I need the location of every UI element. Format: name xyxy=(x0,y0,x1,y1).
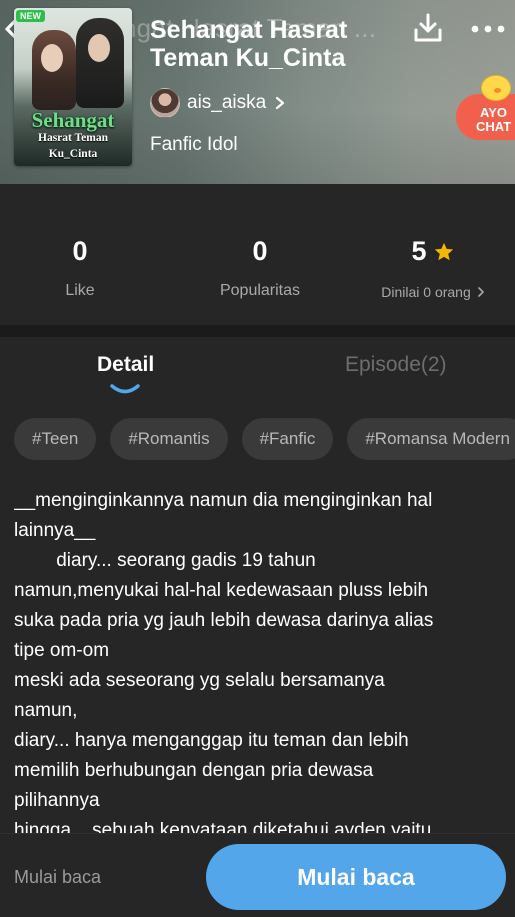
popularity-count: 0 xyxy=(252,236,268,266)
ayo-chat-label-line1: AYO xyxy=(480,105,507,120)
author-avatar xyxy=(150,88,180,118)
bottom-action-bar: Mulai baca Mulai baca xyxy=(0,833,515,917)
book-header: Sehangat Hasrat Teman ... NEW ais_aiska … xyxy=(0,0,515,184)
rating-count-label: Dinilai 0 orang xyxy=(381,284,471,300)
book-cover[interactable]: NEW ais_aiska Sehangat Hasrat Teman Ku_C… xyxy=(14,8,132,166)
start-reading-button[interactable]: Mulai baca xyxy=(206,844,506,910)
cover-title-line2: Hasrat Teman xyxy=(38,132,108,144)
stat-likes: 0 Like xyxy=(0,184,160,325)
synopsis-line: diary... hanya menganggap itu teman dan … xyxy=(14,730,409,751)
tag-chip[interactable]: #Fanfic xyxy=(241,418,334,460)
synopsis-line: suka pada pria yg jauh lebih dewasa dari… xyxy=(14,610,434,631)
synopsis-text: __menginginkannya namun dia menginginkan… xyxy=(14,486,502,833)
synopsis-line: namun, xyxy=(14,700,78,721)
tab-detail[interactable]: Detail xyxy=(97,353,154,377)
book-title: Sehangat Hasrat Teman Ku_Cinta xyxy=(150,16,348,72)
chevron-right-icon xyxy=(477,287,484,297)
likes-count: 0 xyxy=(72,236,88,266)
author-name: ais_aiska xyxy=(187,92,267,113)
tab-episode[interactable]: Episode(2) xyxy=(345,353,447,377)
synopsis-line: pilihannya xyxy=(14,790,100,811)
rating-value: 5 xyxy=(411,236,427,266)
more-options-button[interactable] xyxy=(470,20,506,38)
tag-chip[interactable]: #Romansa Modern xyxy=(347,418,515,460)
synopsis-line: lainnya__ xyxy=(14,520,96,541)
active-tab-indicator xyxy=(110,384,140,394)
stats-section: 0 Like 0 Popularitas 5 Dinilai 0 orang xyxy=(0,184,515,325)
synopsis-line: memilih berhubungan dengan pria dewasa xyxy=(14,760,374,781)
stat-popularity: 0 Popularitas xyxy=(180,184,340,325)
start-reading-link[interactable]: Mulai baca xyxy=(14,867,101,888)
synopsis-line: diary... seorang gadis 19 tahun xyxy=(14,550,316,571)
chick-mascot-icon xyxy=(481,75,511,101)
cover-title-line3: Ku_Cinta xyxy=(48,148,98,160)
tag-list: #Teen #Romantis #Fanfic #Romansa Modern xyxy=(14,418,515,460)
more-dots-icon xyxy=(471,25,505,33)
tag-chip[interactable]: #Teen xyxy=(14,418,97,460)
download-button[interactable] xyxy=(412,12,444,44)
synopsis-line: __menginginkannya namun dia menginginkan… xyxy=(14,490,433,511)
genre-label: Fanfic Idol xyxy=(150,134,238,155)
new-badge: NEW xyxy=(16,10,45,22)
ayo-chat-label-line2: CHAT xyxy=(476,119,512,134)
cover-title-line1: Sehangat xyxy=(31,108,115,132)
star-icon xyxy=(434,242,453,260)
tag-chip[interactable]: #Romantis xyxy=(110,418,228,460)
synopsis-line: hingga... sebuah kenyataan diketahui ayd… xyxy=(14,820,432,833)
stat-rating[interactable]: 5 Dinilai 0 orang xyxy=(358,184,508,325)
cover-author: ais_aiska xyxy=(84,98,122,108)
likes-label: Like xyxy=(65,282,95,299)
synopsis-line: tipe om-om xyxy=(14,640,110,661)
tab-bar: Detail Episode(2) xyxy=(0,337,515,403)
book-detail-screen: Sehangat Hasrat Teman ... NEW ais_aiska … xyxy=(0,0,515,917)
download-icon xyxy=(414,13,442,42)
section-divider xyxy=(0,325,515,337)
popularity-label: Popularitas xyxy=(219,282,301,299)
author-link[interactable]: ais_aiska xyxy=(150,88,285,118)
chevron-right-icon xyxy=(276,96,285,110)
synopsis-line: namun,menyukai hal-hal kedewasaan pluss … xyxy=(14,580,429,601)
synopsis-line: meski ada seseorang yg selalu bersamanya xyxy=(14,670,385,691)
